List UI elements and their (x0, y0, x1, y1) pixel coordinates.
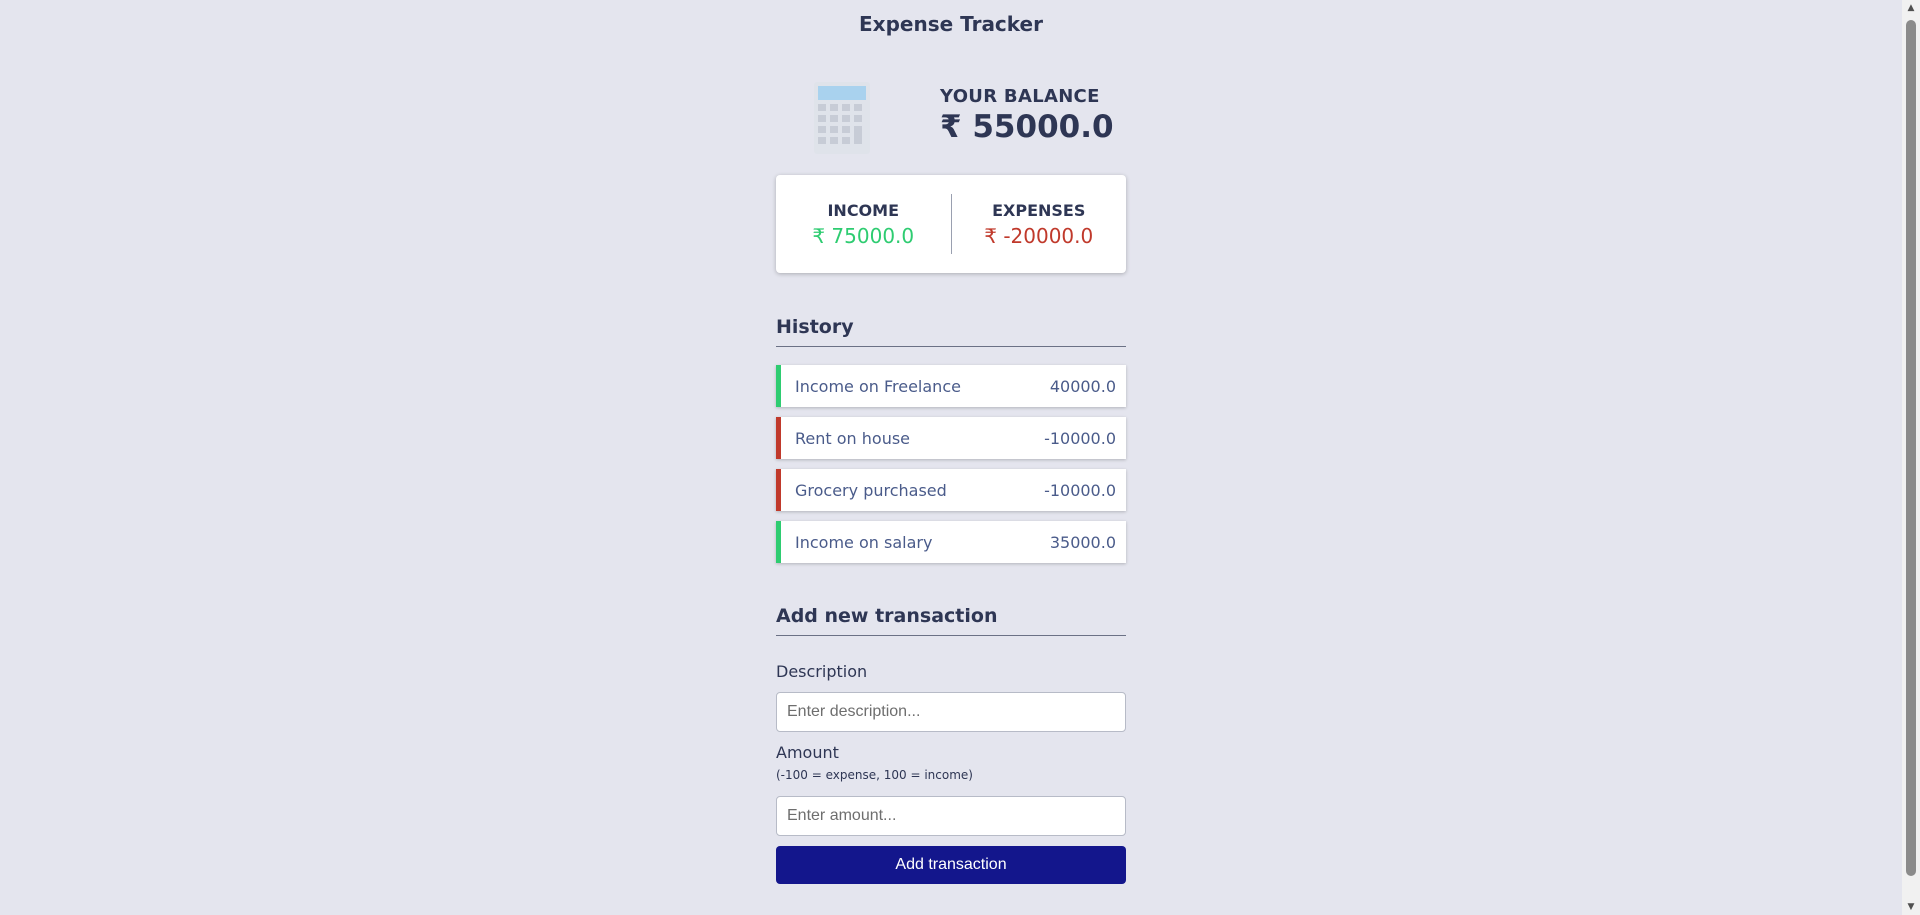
income-value: ₹ 75000.0 (812, 223, 915, 248)
amount-label: Amount (776, 743, 839, 762)
history-item-amount: -10000.0 (1044, 428, 1116, 448)
expense-label: EXPENSES (992, 200, 1086, 220)
calculator-icon (814, 82, 870, 154)
page: Expense Tracker YOUR BALANCE ₹ 55000.0 I… (0, 0, 1902, 915)
history-item-text: Income on Freelance (795, 376, 961, 396)
history-item[interactable]: Income on salary 35000.0 (776, 521, 1126, 563)
vertical-scrollbar[interactable]: ▲ ▼ (1902, 0, 1920, 915)
add-transaction-button[interactable]: Add transaction (776, 846, 1126, 884)
app-title: Expense Tracker (859, 12, 1043, 36)
balance-amount: ₹ 55000.0 (940, 109, 1114, 145)
add-transaction-heading: Add new transaction (776, 605, 1126, 636)
income-expense-card: INCOME ₹ 75000.0 EXPENSES ₹ -20000.0 (776, 175, 1126, 273)
amount-input[interactable] (776, 796, 1126, 836)
history-item-amount: 35000.0 (1049, 532, 1116, 552)
history-item-amount: 40000.0 (1049, 376, 1116, 396)
history-item-text: Income on salary (795, 532, 933, 552)
history-item[interactable]: Income on Freelance 40000.0 (776, 365, 1126, 407)
history-item-text: Rent on house (795, 428, 911, 448)
history-item[interactable]: Rent on house -10000.0 (776, 417, 1126, 459)
history-item-text: Grocery purchased (795, 480, 947, 500)
expense-column: EXPENSES ₹ -20000.0 (952, 194, 1127, 254)
scroll-up-arrow-icon[interactable]: ▲ (1902, 0, 1920, 16)
description-input[interactable] (776, 692, 1126, 732)
expense-value: ₹ -20000.0 (984, 223, 1094, 248)
history-item-amount: -10000.0 (1044, 480, 1116, 500)
scroll-thumb[interactable] (1906, 20, 1916, 876)
balance-text: YOUR BALANCE ₹ 55000.0 (940, 86, 1114, 145)
history-list: Income on Freelance 40000.0 Rent on hous… (776, 365, 1126, 573)
balance-label: YOUR BALANCE (940, 86, 1100, 107)
balance-section: YOUR BALANCE ₹ 55000.0 (814, 82, 1126, 156)
amount-hint: (-100 = expense, 100 = income) (776, 768, 973, 782)
income-column: INCOME ₹ 75000.0 (776, 194, 952, 254)
scroll-down-arrow-icon[interactable]: ▼ (1902, 899, 1920, 915)
income-label: INCOME (827, 200, 900, 220)
history-item[interactable]: Grocery purchased -10000.0 (776, 469, 1126, 511)
history-heading: History (776, 316, 1126, 347)
description-label: Description (776, 662, 868, 681)
